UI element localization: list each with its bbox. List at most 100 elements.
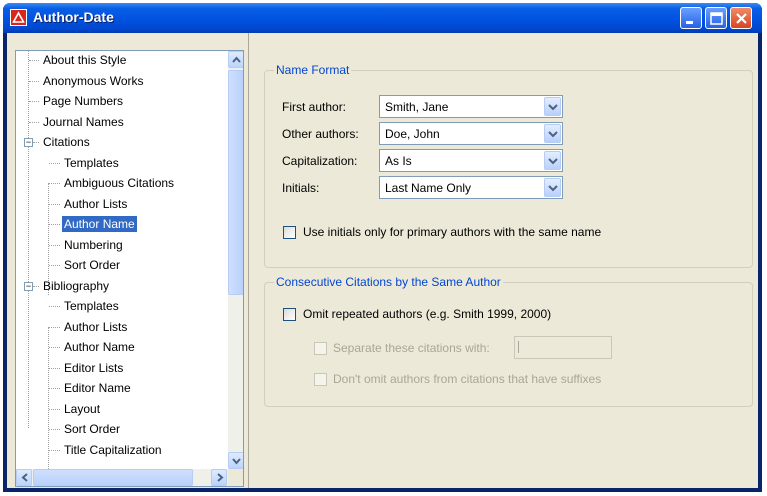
tree-item-label: Sort Order — [64, 258, 121, 272]
initials-select[interactable]: Last Name Only — [379, 176, 563, 199]
tree-item[interactable]: Bibliography — [41, 276, 111, 296]
scroll-thumb-vertical[interactable] — [228, 70, 243, 295]
tree-item[interactable]: Numbering — [62, 235, 125, 255]
tree-item-label: Author Name — [62, 216, 137, 232]
scroll-right-button[interactable] — [211, 469, 227, 486]
tree-item[interactable]: Editor Lists — [62, 358, 125, 378]
tree-item[interactable]: Editor Name — [62, 378, 133, 398]
use-initials-checkbox[interactable] — [283, 226, 296, 239]
scroll-corner — [228, 469, 243, 486]
tree-item-label: Layout — [64, 401, 101, 416]
app-window: Author-Date About this Style Anonymous Wo… — [3, 3, 762, 492]
tree-item-label: Editor Lists — [64, 360, 124, 375]
chevron-down-icon — [548, 158, 558, 165]
collapse-icon[interactable]: − — [24, 138, 33, 147]
tree-item[interactable]: About this Style — [41, 51, 128, 70]
initials-label: Initials: — [282, 181, 320, 195]
chevron-down-icon — [548, 104, 558, 111]
separate-citations-checkbox[interactable] — [314, 342, 327, 355]
close-icon — [736, 13, 747, 24]
tree-item-label: Author Name — [64, 340, 135, 354]
dropdown-button[interactable] — [544, 151, 561, 170]
capitalization-label: Capitalization: — [282, 154, 358, 168]
scroll-up-button[interactable] — [228, 51, 243, 68]
dropdown-button[interactable] — [544, 178, 561, 197]
style-tree: About this Style Anonymous Works Page Numb… — [16, 51, 228, 469]
scroll-thumb-horizontal[interactable] — [33, 469, 193, 486]
tree-item-label: Author Lists — [64, 319, 128, 334]
tree-item[interactable]: Templates — [62, 153, 121, 173]
group-title: Consecutive Citations by the Same Author — [274, 275, 503, 289]
selected-value: Smith, Jane — [385, 100, 449, 114]
chevron-down-icon — [232, 458, 241, 465]
scroll-left-button[interactable] — [16, 469, 32, 486]
scroll-down-button[interactable] — [228, 452, 243, 469]
chevron-down-icon — [548, 131, 558, 138]
tree-item[interactable]: Sort Order — [62, 255, 122, 275]
tree-item[interactable]: Journal Names — [41, 112, 126, 132]
panel-splitter[interactable] — [248, 33, 251, 488]
chevron-up-icon — [232, 56, 241, 63]
dont-omit-suffix-label: Don't omit authors from citations that h… — [333, 372, 602, 386]
capitalization-select[interactable]: As Is — [379, 149, 563, 172]
use-initials-label: Use initials only for primary authors wi… — [303, 225, 602, 239]
maximize-icon — [710, 12, 723, 25]
tree-item-label: Numbering — [64, 237, 123, 252]
tree-item-label: Title Capitalization — [64, 442, 162, 457]
selected-value: Doe, John — [385, 127, 440, 141]
other-authors-label: Other authors: — [282, 127, 359, 141]
tree-item[interactable]: Author Lists — [62, 194, 129, 214]
tree-item[interactable]: Title Capitalization — [62, 440, 164, 460]
group-title: Name Format — [274, 63, 352, 77]
tree-vertical-scrollbar[interactable] — [228, 51, 243, 469]
dont-omit-suffix-checkbox[interactable] — [314, 373, 327, 386]
selected-value: As Is — [385, 154, 412, 168]
maximize-button[interactable] — [705, 7, 727, 29]
separator-value — [518, 341, 519, 353]
tree-item[interactable]: Layout — [62, 399, 102, 419]
close-button[interactable] — [730, 7, 752, 29]
chevron-left-icon — [21, 473, 28, 482]
tree-item[interactable]: Sort Order — [62, 419, 122, 439]
tree-item-label: Templates — [64, 299, 119, 313]
collapse-icon[interactable]: − — [24, 281, 33, 291]
dropdown-button[interactable] — [544, 97, 561, 116]
chevron-down-icon — [548, 185, 558, 192]
tree-item[interactable]: Page Numbers — [41, 91, 125, 111]
separator-input[interactable] — [514, 336, 612, 359]
tree-item-label: Sort Order — [64, 422, 121, 436]
tree-item[interactable]: Author Name — [62, 337, 137, 357]
tree-item[interactable]: Author Name — [62, 214, 137, 234]
dropdown-button[interactable] — [544, 124, 561, 143]
tree-item-label: Citations — [43, 135, 90, 149]
other-authors-select[interactable]: Doe, John — [379, 122, 563, 145]
selected-value: Last Name Only — [385, 181, 472, 195]
chevron-right-icon — [217, 473, 224, 482]
minimize-button[interactable] — [680, 7, 702, 29]
tree-item-label: Ambiguous Citations — [64, 176, 175, 190]
tree-item[interactable]: Ambiguous Citations — [62, 173, 176, 193]
client-area: About this Style Anonymous Works Page Numb… — [7, 33, 758, 488]
tree-item-label: Editor Name — [64, 381, 131, 395]
tree-item[interactable]: Citations — [41, 132, 92, 152]
tree-item-label: Anonymous Works — [43, 73, 144, 88]
tree-item-label: About this Style — [43, 53, 127, 67]
tree-item[interactable]: Templates — [62, 296, 121, 316]
app-icon — [10, 9, 27, 26]
first-author-select[interactable]: Smith, Jane — [379, 95, 563, 118]
tree-item[interactable]: Author Lists — [62, 317, 129, 337]
tree-horizontal-scrollbar[interactable] — [16, 469, 228, 486]
name-format-group: Name Format First author: Smith, Jane Ot… — [264, 63, 753, 268]
omit-repeated-authors-checkbox[interactable] — [283, 308, 296, 321]
title-bar[interactable]: Author-Date — [3, 3, 762, 33]
omit-repeated-authors-label: Omit repeated authors (e.g. Smith 1999, … — [303, 307, 552, 321]
tree-item-label: Templates — [64, 155, 119, 170]
style-tree-panel: About this Style Anonymous Works Page Numb… — [15, 50, 244, 487]
tree-item[interactable]: Anonymous Works — [41, 71, 145, 91]
separate-citations-label: Separate these citations with: — [333, 341, 490, 355]
tree-item-label: Author Lists — [64, 196, 128, 211]
tree-item-label: Bibliography — [43, 278, 110, 293]
first-author-label: First author: — [282, 100, 347, 114]
minimize-icon — [686, 21, 693, 24]
window-title: Author-Date — [33, 9, 114, 25]
